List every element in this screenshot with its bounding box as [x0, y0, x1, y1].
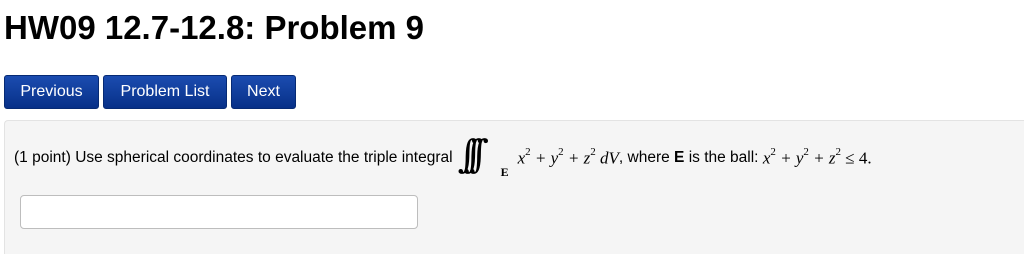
comma: , [618, 149, 624, 166]
problem-statement: (1 point) Use spherical coordinates to e… [14, 132, 872, 183]
previous-button[interactable]: Previous [4, 75, 99, 109]
problem-panel: (1 point) Use spherical coordinates to e… [4, 120, 1024, 254]
answer-input[interactable] [20, 195, 418, 229]
problem-list-button[interactable]: Problem List [103, 75, 227, 109]
problem-intro: Use spherical coordinates to evaluate th… [75, 149, 453, 166]
ball-inequality: x2 + y2 + z2 ≤ 4. [762, 145, 872, 168]
integral-region-subscript: E [500, 165, 509, 179]
integrand: x2 + y2 + z2 dV [517, 145, 619, 168]
next-button[interactable]: Next [231, 75, 296, 109]
where-word: where [627, 149, 670, 166]
region-description: is the ball: [688, 149, 759, 166]
page-title: HW09 12.7-12.8: Problem 9 [4, 9, 425, 46]
triple-integral-symbol: ∫∫∫ E [458, 132, 516, 183]
integral-glyphs: ∫∫∫ [457, 132, 490, 176]
problem-points: (1 point) [14, 149, 71, 166]
region-name: E [674, 149, 685, 166]
